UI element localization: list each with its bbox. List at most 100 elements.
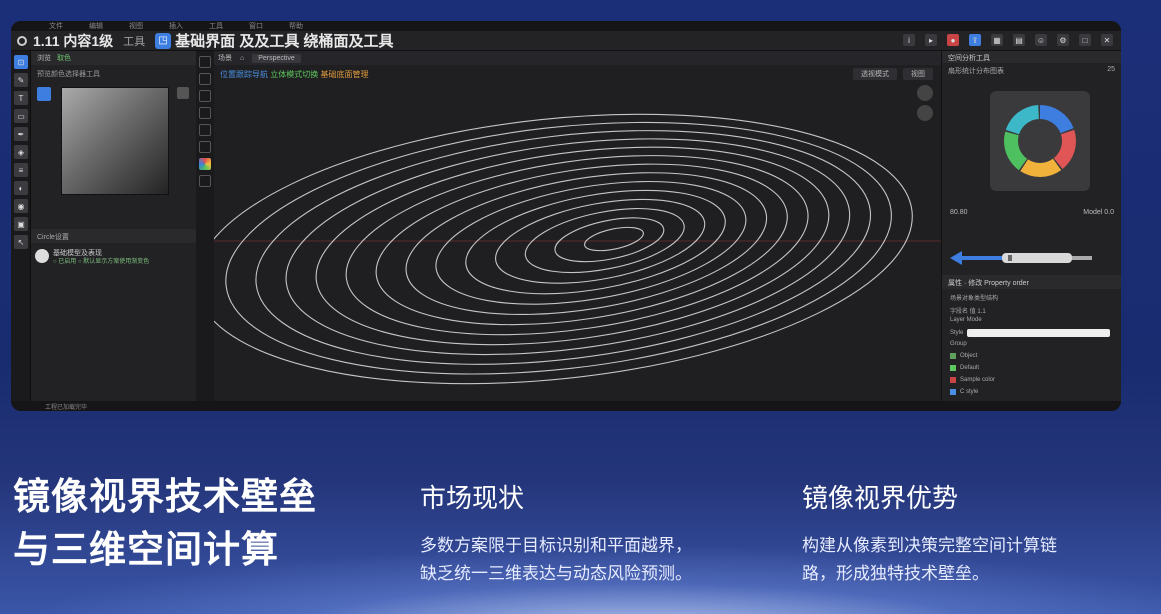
right-count: 25 <box>1107 66 1115 73</box>
property-label: Style <box>950 330 964 336</box>
select-tool-icon[interactable]: ◳ <box>155 32 172 49</box>
orbit-icon[interactable] <box>917 85 933 101</box>
image-tool-icon[interactable]: ▣ <box>14 217 28 231</box>
list-item-sub: ○ 已启用 ○ 默认显示方案使用渐变色 <box>53 259 150 265</box>
menu-item[interactable]: 视图 <box>129 21 143 31</box>
close-icon[interactable]: ✕ <box>1101 34 1113 46</box>
crop-icon[interactable] <box>199 90 211 102</box>
donut-slice <box>1004 131 1028 171</box>
eyedropper-icon[interactable] <box>37 87 51 101</box>
select-icon[interactable] <box>199 107 211 119</box>
layers-tool-icon[interactable]: ≡ <box>14 163 28 177</box>
menu-item[interactable]: 文件 <box>49 21 63 31</box>
right-panel-sub: 扇形统计分布图表 25 <box>942 63 1121 79</box>
color-swatch <box>950 353 956 359</box>
headline-line2: 与三维空间计算 <box>13 528 279 571</box>
properties-title-text: 场景对象类型结构 <box>950 296 999 302</box>
properties-tabs[interactable]: 属性 · 修改 Property order <box>942 275 1121 289</box>
properties-header-text: 字段名 值 1.1 <box>950 309 986 315</box>
cursor-tool-icon[interactable]: ↖ <box>14 235 28 249</box>
tab-browse[interactable]: 浏览 <box>37 53 51 63</box>
property-row[interactable]: Object <box>950 353 1110 359</box>
left-section-header: Circle设置 <box>31 229 196 243</box>
share-icon[interactable]: ⇪ <box>969 34 981 46</box>
user-icon[interactable]: ☺ <box>1035 34 1047 46</box>
color-picker-field[interactable] <box>61 87 169 195</box>
app-logo-icon <box>17 35 27 46</box>
label-tracking: 位置跟踪导航 <box>220 70 268 79</box>
color-wheel-icon[interactable] <box>199 158 211 170</box>
advantage-line1: 构建从像素到决策完整空间计算链 <box>802 536 1057 556</box>
window-icon[interactable]: □ <box>1079 34 1091 46</box>
right-sub-label: 扇形统计分布图表 <box>948 68 1004 75</box>
headline-line1: 镜像视界技术壁垒 <box>13 475 317 518</box>
pen-tool-icon[interactable]: ✒ <box>14 127 28 141</box>
properties-header-row: 字段名 值 1.1 <box>950 306 1110 315</box>
frame-icon[interactable] <box>199 56 211 68</box>
move-tool-icon[interactable]: ⊡ <box>14 55 28 69</box>
window-subtitle: 工具 <box>123 35 146 48</box>
advantage-line2: 路，形成独特技术壁垒。 <box>802 564 989 584</box>
viewport[interactable]: 场景 ⌂ Perspective 位置跟踪导航 立体模式切换 基础底面管理 透视… <box>214 51 941 401</box>
tab-scene[interactable]: 场景 <box>218 53 232 63</box>
property-row[interactable]: Style <box>950 329 1110 337</box>
donut-model: Model 0.0 <box>1083 209 1114 216</box>
view-mode-select[interactable]: 透视模式 <box>853 68 897 80</box>
copy-icon[interactable] <box>199 73 211 85</box>
list-item[interactable]: 基础模型及表现 ○ 已启用 ○ 默认显示方案使用渐变色 <box>35 249 193 271</box>
window-headline: 基础界面 及及工具 绕桶面及工具 <box>175 33 394 50</box>
shape-tool-icon[interactable]: ▭ <box>14 109 28 123</box>
advantage-body: 构建从像素到决策完整空间计算链 路，形成独特技术壁垒。 <box>802 532 1057 588</box>
property-row[interactable]: Group <box>950 341 1110 347</box>
color-swatch <box>950 365 956 371</box>
scale-slider[interactable] <box>948 243 1116 273</box>
wireframe-rings <box>214 113 913 385</box>
advantage-title: 镜像视界优势 <box>802 484 959 514</box>
info-icon[interactable]: i <box>903 34 915 46</box>
wireframe-canvas <box>214 113 941 385</box>
market-status-line1: 多数方案限于目标识别和平面越界， <box>420 536 692 556</box>
tab-home[interactable]: ⌂ <box>240 55 244 62</box>
transform-icon[interactable] <box>199 141 211 153</box>
property-row[interactable]: Default <box>950 365 1110 371</box>
pan-icon[interactable] <box>917 105 933 121</box>
triangle-icon[interactable] <box>199 124 211 136</box>
camera-tool-icon[interactable]: ◉ <box>14 199 28 213</box>
view-select[interactable]: 视图 <box>903 68 933 80</box>
wireframe-ring <box>345 155 809 336</box>
status-bar: 工程已加载完毕 <box>11 401 1121 411</box>
settings-icon[interactable]: ⚙ <box>1057 34 1069 46</box>
right-panel-header: 空间分析工具 <box>942 51 1121 63</box>
layout-icon[interactable]: ▤ <box>1013 34 1025 46</box>
left-panel-header: 预览颜色选择器工具 <box>37 71 100 78</box>
property-input[interactable] <box>967 329 1110 337</box>
window-controls: i ▸ ● ⇪ ▦ ▤ ☺ ⚙ □ ✕ <box>903 34 1113 46</box>
property-label: C style <box>960 389 979 395</box>
fill-tool-icon[interactable]: ◈ <box>14 145 28 159</box>
mask-tool-icon[interactable]: ◐ <box>14 181 28 195</box>
brush-tool-icon[interactable]: ✎ <box>14 73 28 87</box>
record-icon[interactable]: ● <box>947 34 959 46</box>
list-item-title: 基础模型及表现 <box>53 250 102 257</box>
property-row[interactable]: Sample color <box>950 377 1110 383</box>
text-tool-icon[interactable]: T <box>14 91 28 105</box>
status-text: 工程已加载完毕 <box>45 404 88 411</box>
donut-card[interactable] <box>990 91 1090 191</box>
menu-item[interactable]: 编辑 <box>89 21 103 31</box>
property-row[interactable]: Layer Mode <box>950 317 1110 323</box>
grid-icon[interactable] <box>177 87 189 99</box>
tab-perspective[interactable]: Perspective <box>252 53 301 63</box>
donut-slice <box>1005 105 1039 135</box>
donut-value: 80.80 <box>950 209 968 216</box>
property-label: Object <box>960 353 978 359</box>
avatar <box>35 249 49 263</box>
property-row[interactable]: C style <box>950 389 1110 395</box>
donut-footer: 80.80 Model 0.0 <box>950 209 1114 216</box>
grid-icon[interactable]: ▦ <box>991 34 1003 46</box>
play-icon[interactable]: ▸ <box>925 34 937 46</box>
viewport-dropdowns: 透视模式 视图 <box>853 68 933 80</box>
funnel-icon[interactable] <box>199 175 211 187</box>
label-stereo: 立体模式切换 <box>270 70 319 79</box>
left-panel: 浏览 取色 预览颜色选择器工具 Circle设置 基础模型及表现 ○ 已启用 ○… <box>31 51 196 401</box>
tab-picker[interactable]: 取色 <box>57 53 71 63</box>
